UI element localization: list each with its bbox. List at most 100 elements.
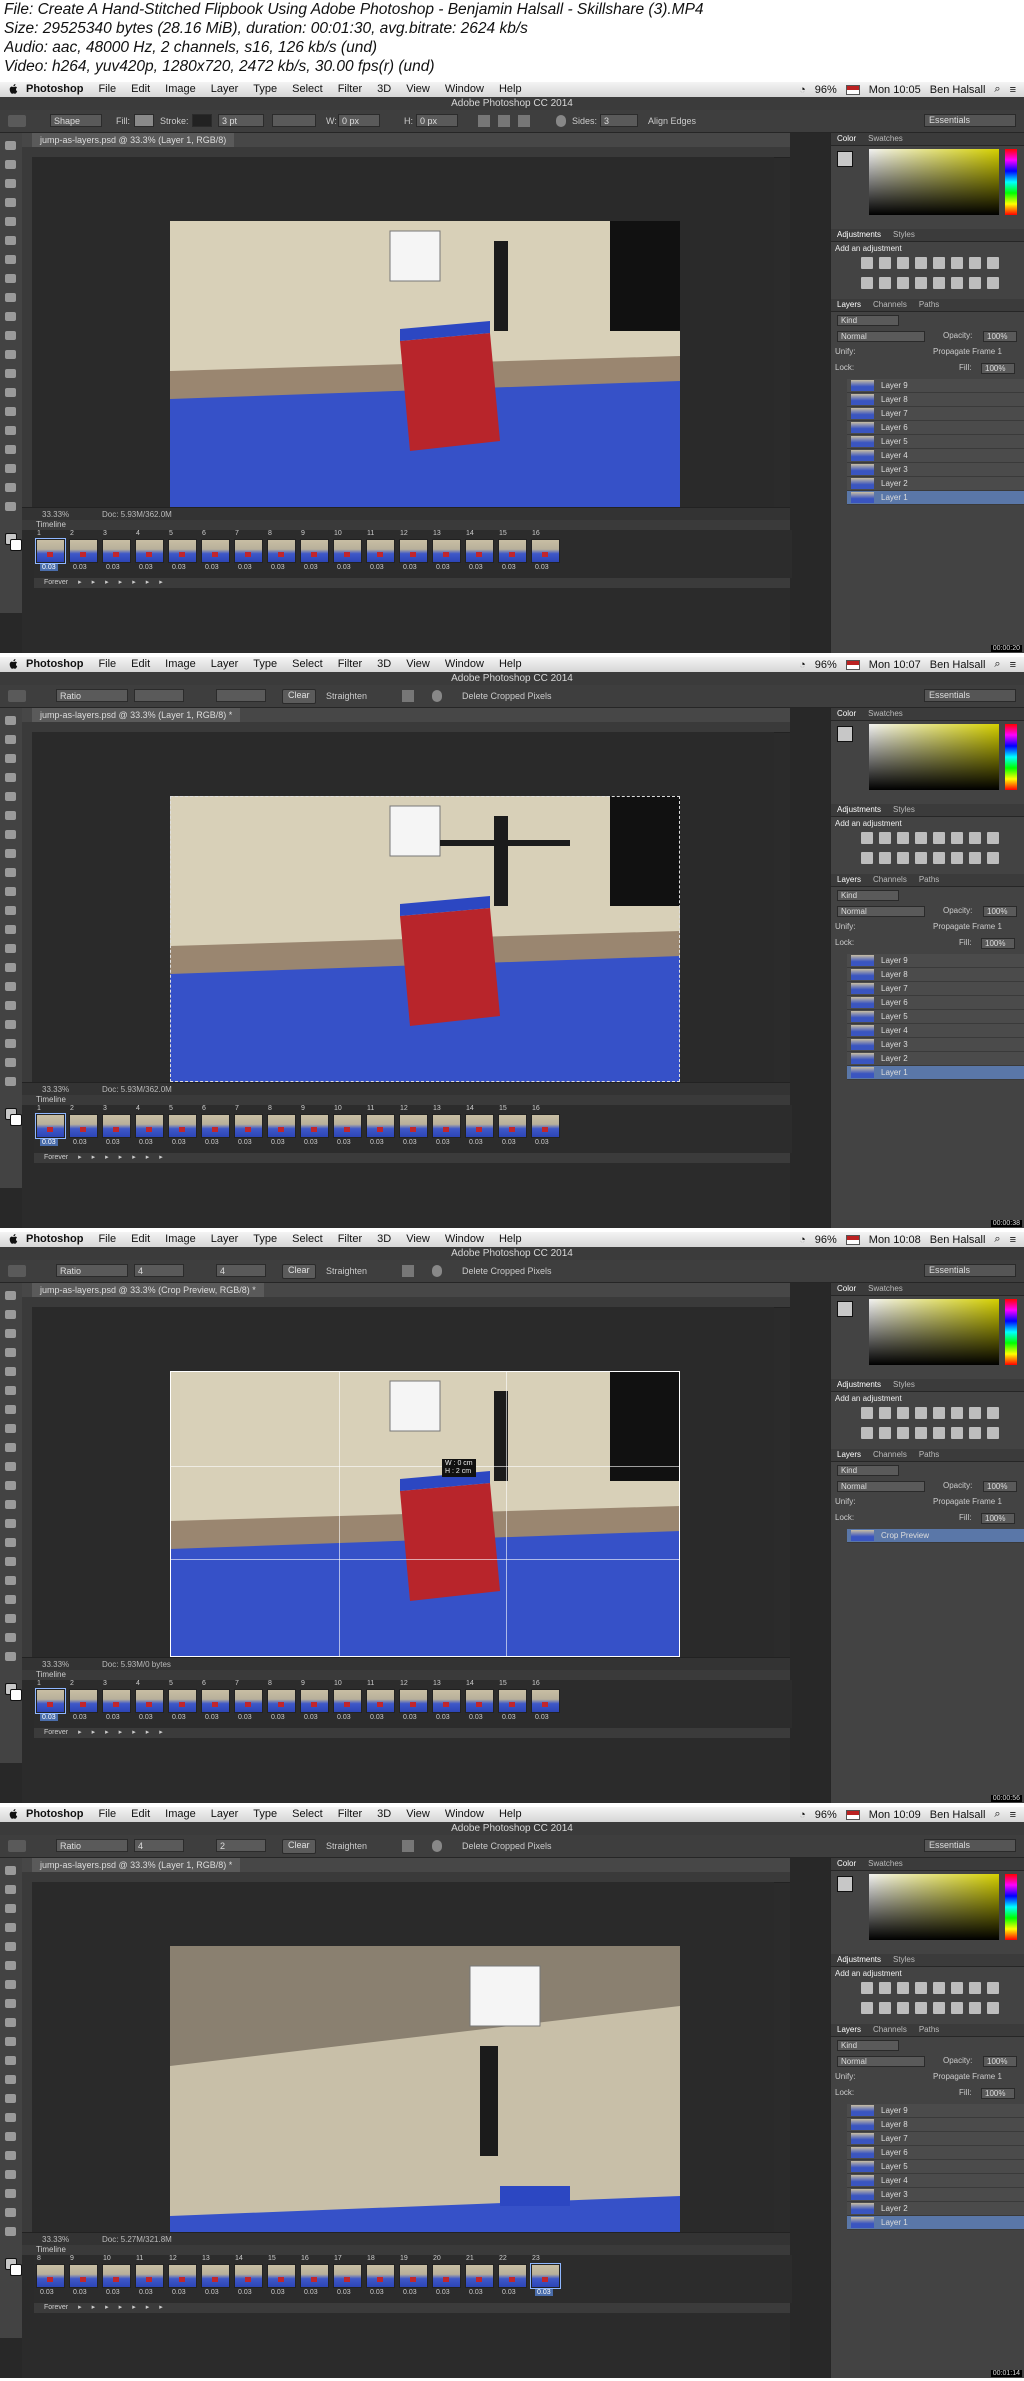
dodge-tool-icon[interactable] (5, 2113, 16, 2122)
layer-row[interactable]: Layer 9 (847, 2104, 1024, 2118)
tab-paths[interactable]: Paths (919, 875, 939, 884)
menu-photoshop[interactable]: Photoshop (26, 1233, 83, 1245)
adjustment-icon[interactable] (897, 832, 909, 844)
delete-frame-icon[interactable]: ▸ (159, 1154, 163, 1161)
frame-delay[interactable]: 0.03 (436, 1139, 450, 1146)
play-icon[interactable]: ▸ (105, 1729, 109, 1736)
timeline-frame[interactable]: 14 0.03 (234, 2255, 263, 2301)
ratio-height-field[interactable] (216, 689, 266, 702)
user-name[interactable]: Ben Halsall (930, 84, 986, 96)
reset-icon[interactable] (670, 1265, 680, 1277)
battery-status[interactable]: 96% (815, 659, 837, 671)
crop-tool-icon[interactable] (5, 792, 16, 801)
flag-icon[interactable] (845, 84, 860, 95)
timeline-frame[interactable]: 8 0.03 (36, 2255, 65, 2301)
type-tool-icon[interactable] (5, 1001, 16, 1010)
layer-row[interactable]: Layer 5 (847, 435, 1024, 449)
frame-delay[interactable]: 0.03 (271, 564, 285, 571)
timeline-frame[interactable]: 15 0.03 (498, 530, 527, 576)
adjustment-icon[interactable] (987, 1427, 999, 1439)
timeline-frame[interactable]: 9 0.03 (69, 2255, 98, 2301)
frame-delay[interactable]: 0.03 (238, 1139, 252, 1146)
history-brush-tool-icon[interactable] (5, 312, 16, 321)
layer-row[interactable]: Layer 8 (847, 393, 1024, 407)
ratio-width-field[interactable] (134, 689, 184, 702)
frame-delay[interactable]: 0.03 (106, 1714, 120, 1721)
menu-filter[interactable]: Filter (338, 83, 362, 95)
menu-image[interactable]: Image (165, 1808, 196, 1820)
move-tool-icon[interactable] (5, 1866, 16, 1875)
menu-image[interactable]: Image (165, 1233, 196, 1245)
gradient-tool-icon[interactable] (5, 2075, 16, 2084)
fill-field[interactable]: 100% (981, 2088, 1015, 2099)
tab-color[interactable]: Color (837, 709, 856, 718)
blend-mode-select[interactable]: Normal (837, 906, 925, 917)
menu-help[interactable]: Help (499, 658, 522, 670)
crop-ratio-select[interactable]: Ratio (56, 1839, 128, 1852)
search-icon[interactable]: ⌕ (994, 1233, 1000, 1246)
menu-help[interactable]: Help (499, 83, 522, 95)
adjustment-icon[interactable] (897, 1982, 909, 1994)
layer-row[interactable]: Layer 8 (847, 968, 1024, 982)
frame-delay[interactable]: 0.03 (205, 1139, 219, 1146)
delete-frame-icon[interactable]: ▸ (159, 579, 163, 586)
adjustment-icon[interactable] (951, 257, 963, 269)
prev-frame-icon[interactable]: ▸ (92, 579, 96, 586)
frame-delay[interactable]: 0.03 (40, 564, 58, 571)
apple-icon[interactable] (8, 1808, 19, 1820)
timeline-frame[interactable]: 3 0.03 (102, 530, 131, 576)
eraser-tool-icon[interactable] (5, 906, 16, 915)
adjustment-icon[interactable] (915, 1982, 927, 1994)
stroke-swatch[interactable] (192, 114, 212, 127)
adjustment-icon[interactable] (879, 1982, 891, 1994)
delete-cropped-checkbox[interactable]: Delete Cropped Pixels (462, 690, 552, 702)
timeline-frame[interactable]: 8 0.03 (267, 1680, 296, 1726)
eraser-tool-icon[interactable] (5, 1481, 16, 1490)
frame-delay[interactable]: 0.03 (205, 1714, 219, 1721)
loop-select[interactable]: Forever (44, 2304, 68, 2311)
menu-filter[interactable]: Filter (338, 1233, 362, 1245)
crop-grid-overlay[interactable] (170, 1371, 680, 1657)
frame-delay[interactable]: 0.03 (139, 2289, 153, 2296)
zoom-tool-icon[interactable] (5, 1652, 16, 1661)
timeline-frame[interactable]: 16 0.03 (300, 2255, 329, 2301)
adjustment-icon[interactable] (933, 2002, 945, 2014)
foreground-swatch[interactable] (837, 1301, 853, 1317)
adjustment-icon[interactable] (933, 1982, 945, 1994)
frame-delay[interactable]: 0.03 (370, 1139, 384, 1146)
type-tool-icon[interactable] (5, 2151, 16, 2160)
path-select-tool-icon[interactable] (5, 1020, 16, 1029)
timeline-frame[interactable]: 1 0.03 (35, 1680, 66, 1726)
layer-row[interactable]: Layer 7 (847, 982, 1024, 996)
path-select-tool-icon[interactable] (5, 445, 16, 454)
crop-ratio-select[interactable]: Ratio (56, 689, 128, 702)
layer-row[interactable]: Layer 9 (847, 954, 1024, 968)
layer-row[interactable]: Layer 3 (847, 463, 1024, 477)
timeline-frame[interactable]: 3 0.03 (102, 1680, 131, 1726)
shape-tool-icon[interactable] (5, 2189, 16, 2198)
timeline-frame[interactable]: 9 0.03 (300, 530, 329, 576)
propagate-frame-checkbox[interactable]: Propagate Frame 1 (933, 921, 1002, 933)
tab-paths[interactable]: Paths (919, 2025, 939, 2034)
timeline-frame[interactable]: 6 0.03 (201, 1105, 230, 1151)
apple-icon[interactable] (8, 658, 19, 670)
clear-button[interactable]: Clear (282, 689, 316, 704)
eyedropper-tool-icon[interactable] (5, 1961, 16, 1970)
hand-tool-icon[interactable] (5, 1633, 16, 1642)
tab-swatches[interactable]: Swatches (868, 134, 903, 143)
healing-tool-icon[interactable] (5, 1980, 16, 1989)
frame-delay[interactable]: 0.03 (370, 1714, 384, 1721)
adjustment-icon[interactable] (879, 277, 891, 289)
fill-swatch[interactable] (134, 114, 154, 127)
tab-paths[interactable]: Paths (919, 300, 939, 309)
timeline-frame[interactable]: 23 0.03 (530, 2255, 561, 2301)
menu-select[interactable]: Select (292, 1233, 323, 1245)
fill-field[interactable]: 100% (981, 363, 1015, 374)
play-icon[interactable]: ▸ (105, 1154, 109, 1161)
search-icon[interactable]: ⌕ (994, 83, 1000, 96)
frame-delay[interactable]: 0.03 (304, 1139, 318, 1146)
timeline-frame[interactable]: 10 0.03 (333, 1680, 362, 1726)
frame-delay[interactable]: 0.03 (205, 2289, 219, 2296)
apple-icon[interactable] (8, 83, 19, 95)
menu-select[interactable]: Select (292, 1808, 323, 1820)
